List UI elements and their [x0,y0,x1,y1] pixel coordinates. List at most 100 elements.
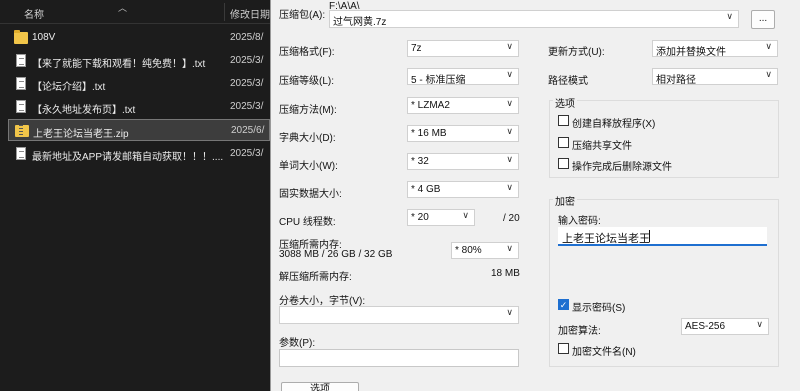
path-mode-value: 相对路径 [656,75,696,86]
options-group-title: 选项 [553,95,577,110]
format-select[interactable]: 7z ∨ [407,40,519,57]
chevron-down-icon: ∨ [506,69,513,79]
solid-label: 固实数据大小: [279,189,342,200]
options-button[interactable]: 选项 [281,382,359,391]
text-cursor [649,230,650,242]
decomp-value: 18 MB [491,268,520,279]
file-explorer: ︿ 名称 修改日期 108V 2025/8/ 【来了就能下载和观看！纯免费！】.tx… [0,0,270,391]
file-date: 2025/3/ [230,101,264,112]
shared-files-checkbox[interactable] [558,137,569,148]
text-file-icon [16,100,26,113]
params-label: 参数(P): [279,338,316,349]
zip-file-icon [15,125,29,137]
file-row[interactable]: 【来了就能下载和观看！纯免费！】.txt 2025/3/ [8,50,270,72]
threads-value: * 20 [411,212,429,223]
sfx-checkbox[interactable] [558,115,569,126]
sort-chevron-icon: ︿ [118,3,128,13]
file-date: 2025/6/ [231,125,265,136]
file-row[interactable]: 上老王论坛当老王.zip 2025/6/ [8,119,270,141]
show-password-checkbox[interactable]: ✓ [558,299,569,310]
archive-name-combo[interactable]: 过气网黄.7z ∨ [329,10,739,28]
column-date-modified[interactable]: 修改日期 [230,6,270,21]
chevron-down-icon: ∨ [756,319,763,329]
file-date: 2025/3/ [230,78,264,89]
chevron-down-icon: ∨ [506,41,513,51]
dict-label: 字典大小(D): [279,133,336,144]
word-select[interactable]: * 32 ∨ [407,153,519,170]
delete-after-checkbox[interactable] [558,158,569,169]
text-file-icon [16,54,26,67]
file-name: 【永久地址发布页】.txt [32,105,136,116]
chevron-down-icon: ∨ [506,126,513,136]
column-divider[interactable] [224,3,225,21]
encryption-group-title: 加密 [553,193,577,208]
archive-name-value: 过气网黄.7z [333,17,387,28]
chevron-down-icon: ∨ [765,69,772,79]
chevron-down-icon: ∨ [462,210,469,220]
password-input[interactable]: 上老王论坛当老王 [558,227,767,246]
format-label: 压缩格式(F): [279,47,335,58]
file-row[interactable]: 最新地址及APP请发邮箱自动获取！！！.... 2025/3/ [8,143,270,165]
encryption-method-value: AES-256 [685,321,726,332]
text-file-icon [16,147,26,160]
password-value: 上老王论坛当老王 [562,233,650,245]
mem-values: 3088 MB / 26 GB / 32 GB [279,249,393,260]
file-row[interactable]: 【论坛介绍】.txt 2025/3/ [8,73,270,95]
file-name: 最新地址及APP请发邮箱自动获取！！！.... [32,152,224,163]
file-date: 2025/3/ [230,55,264,66]
mem-percent-select[interactable]: * 80% ∨ [451,242,519,259]
column-name[interactable]: 名称 [24,6,44,21]
decomp-label: 解压缩所需内存: [279,272,352,283]
chevron-down-icon: ∨ [765,41,772,51]
split-volume-combo[interactable]: ∨ [279,306,519,324]
solid-select[interactable]: * 4 GB ∨ [407,181,519,198]
shared-files-label[interactable]: 压缩共享文件 [572,137,632,152]
file-row[interactable]: 【永久地址发布页】.txt 2025/3/ [8,96,270,118]
file-date: 2025/3/ [230,148,264,159]
password-label: 输入密码: [558,216,601,227]
file-name: 108V [32,32,56,43]
mem-percent-value: * 80% [455,245,482,256]
dict-select[interactable]: * 16 MB ∨ [407,125,519,142]
format-value: 7z [411,43,422,54]
file-name: 【来了就能下载和观看！纯免费！】.txt [32,59,206,70]
folder-icon [14,30,28,44]
file-name: 上老王论坛当老王.zip [33,129,129,140]
encryption-method-label: 加密算法: [558,326,601,337]
sfx-label[interactable]: 创建自释放程序(X) [572,115,655,130]
chevron-down-icon: ∨ [506,98,513,108]
word-label: 单词大小(W): [279,161,338,172]
add-to-archive-dialog: 压缩包(A): F:\A\A\ 过气网黄.7z ∨ ... 压缩格式(F): 7… [270,0,800,391]
file-date: 2025/8/ [230,32,264,43]
method-select[interactable]: * LZMA2 ∨ [407,97,519,114]
archive-label: 压缩包(A): [279,10,326,21]
chevron-down-icon[interactable]: ∨ [726,11,733,22]
encryption-method-select[interactable]: AES-256 ∨ [681,318,769,335]
encrypt-names-label[interactable]: 加密文件名(N) [572,343,636,358]
column-header: ︿ 名称 修改日期 [0,0,270,24]
encrypt-names-checkbox[interactable] [558,343,569,354]
params-input[interactable] [279,349,519,367]
level-value: 5 - 标准压缩 [411,75,466,86]
level-label: 压缩等级(L): [279,76,334,87]
chevron-down-icon: ∨ [506,307,513,317]
threads-label: CPU 线程数: [279,217,336,228]
update-mode-select[interactable]: 添加并替换文件 ∨ [652,40,778,58]
file-row[interactable]: 108V 2025/8/ [8,27,270,49]
text-file-icon [16,77,26,90]
update-mode-value: 添加并替换文件 [656,47,726,58]
threads-select[interactable]: * 20 ∨ [407,209,475,226]
path-mode-select[interactable]: 相对路径 ∨ [652,68,778,86]
method-label: 压缩方法(M): [279,105,337,116]
threads-total: / 20 [503,213,520,224]
update-mode-label: 更新方式(U): [548,47,605,58]
chevron-down-icon: ∨ [506,243,513,253]
path-mode-label: 路径模式 [548,76,588,87]
split-label: 分卷大小，字节(V): [279,296,366,307]
level-select[interactable]: 5 - 标准压缩 ∨ [407,68,519,86]
solid-value: * 4 GB [411,184,441,195]
delete-after-label[interactable]: 操作完成后删除源文件 [572,158,672,173]
dict-value: * 16 MB [411,128,447,139]
browse-button[interactable]: ... [751,10,775,29]
show-password-label[interactable]: 显示密码(S) [572,299,625,314]
